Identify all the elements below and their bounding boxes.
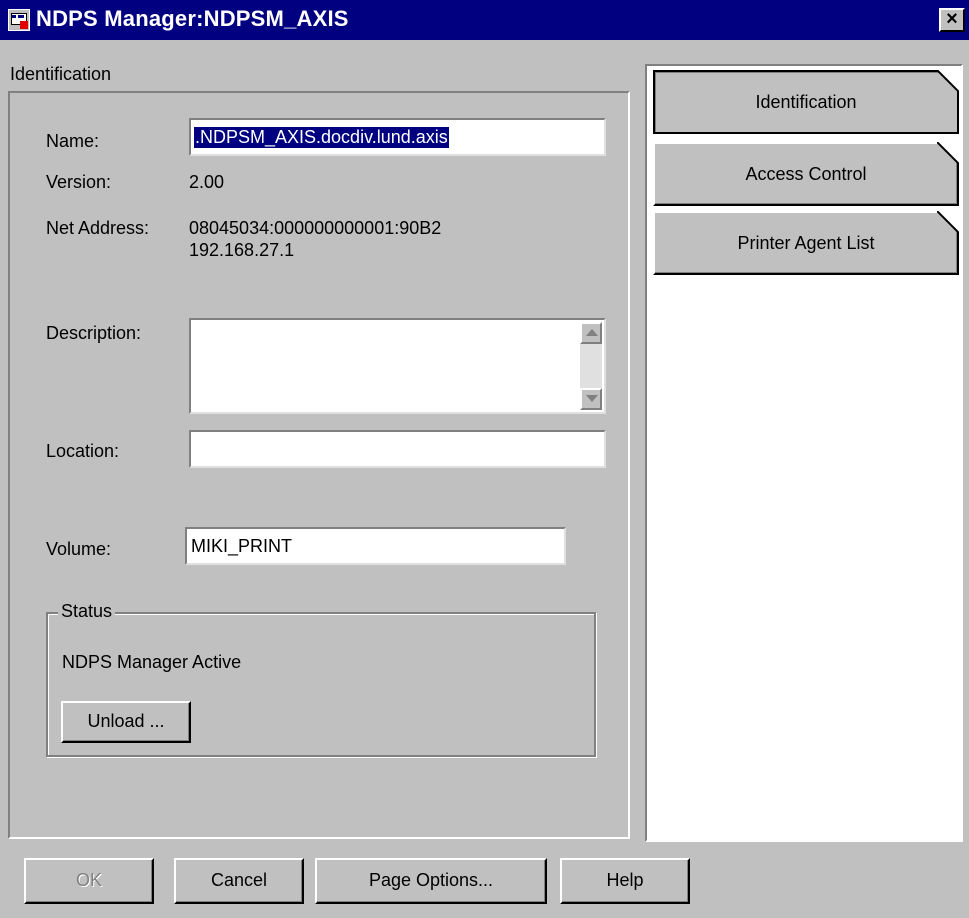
scroll-down-icon <box>586 395 598 402</box>
name-field[interactable]: .NDPSM_AXIS.docdiv.lund.axis <box>189 118 606 156</box>
page-access-control[interactable]: Access Control <box>653 142 959 206</box>
page-identification[interactable]: Identification <box>653 70 959 134</box>
net-address-label: Net Address: <box>46 218 150 238</box>
page-corner-icon <box>937 70 959 92</box>
unload-button[interactable]: Unload ... <box>61 701 191 743</box>
page-printer-agent-list[interactable]: Printer Agent List <box>653 211 959 275</box>
description-field[interactable] <box>189 318 606 414</box>
app-icon[interactable] <box>8 9 30 31</box>
help-button[interactable]: Help <box>560 858 690 904</box>
page-options-button[interactable]: Page Options... <box>315 858 547 904</box>
description-scrollbar[interactable] <box>580 322 602 410</box>
volume-field[interactable]: MIKI_PRINT <box>185 527 566 565</box>
net-address-line1: 08045034:000000000001:90B2 <box>189 218 442 238</box>
name-value: .NDPSM_AXIS.docdiv.lund.axis <box>194 127 449 148</box>
name-label: Name: <box>46 131 100 151</box>
description-label: Description: <box>46 323 142 343</box>
cancel-button[interactable]: Cancel <box>174 858 304 904</box>
page-identification-label: Identification <box>755 92 857 112</box>
location-label: Location: <box>46 441 120 461</box>
window-title: NDPS Manager:NDPSM_AXIS <box>36 6 349 31</box>
volume-label: Volume: <box>46 539 112 559</box>
status-legend: Status <box>58 601 116 622</box>
page-printer-agent-list-label: Printer Agent List <box>737 233 875 253</box>
location-field[interactable] <box>189 430 606 468</box>
status-text: NDPS Manager Active <box>62 652 242 672</box>
net-address-line2: 192.168.27.1 <box>189 240 295 260</box>
panel-title: Identification <box>10 64 112 84</box>
title-bar: NDPS Manager:NDPSM_AXIS × <box>0 0 969 40</box>
version-value: 2.00 <box>189 172 225 192</box>
close-button[interactable]: × <box>939 8 965 32</box>
scroll-up-icon <box>586 329 598 336</box>
page-corner-icon <box>937 211 959 233</box>
volume-value: MIKI_PRINT <box>191 536 293 556</box>
close-icon: × <box>946 8 958 30</box>
version-label: Version: <box>46 172 112 192</box>
page-access-control-label: Access Control <box>745 164 867 184</box>
page-corner-icon <box>937 142 959 164</box>
ok-button[interactable]: OK <box>24 858 154 904</box>
scroll-up-button[interactable] <box>580 322 602 344</box>
scroll-down-button[interactable] <box>580 388 602 410</box>
